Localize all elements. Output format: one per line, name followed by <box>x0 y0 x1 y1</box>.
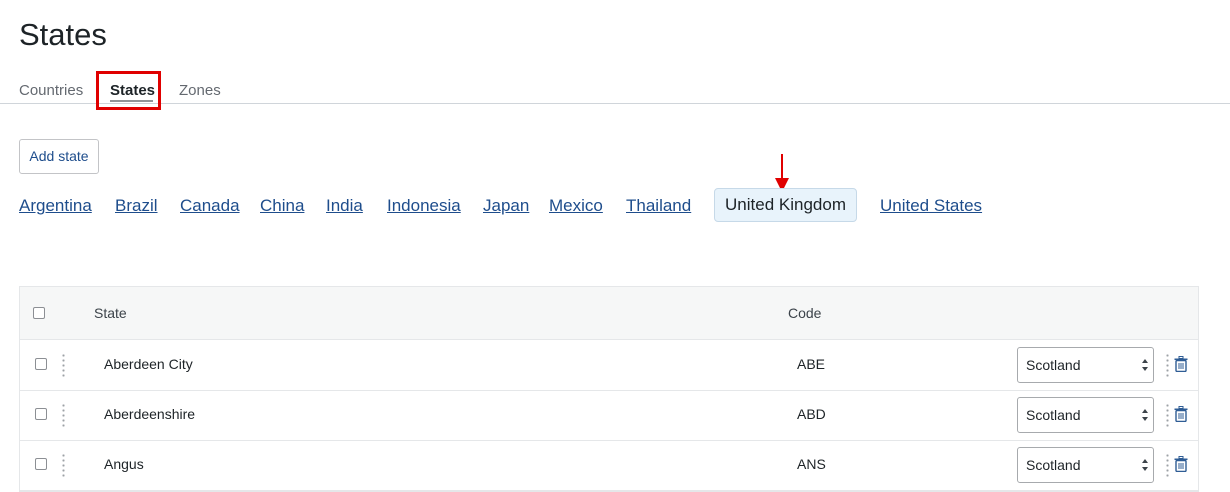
tab-highlight-annotation <box>96 71 161 110</box>
state-name: Aberdeenshire <box>104 406 196 422</box>
drag-handle-icon[interactable] <box>1166 453 1169 477</box>
zone-select[interactable]: Scotland <box>1017 447 1154 483</box>
drag-handle-icon[interactable] <box>62 353 65 377</box>
drag-handle-icon[interactable] <box>62 403 65 427</box>
zone-select-value: Scotland <box>1026 407 1081 423</box>
trash-icon[interactable] <box>1174 356 1188 372</box>
country-link-united-kingdom[interactable]: United Kingdom <box>714 188 857 222</box>
column-header-code: Code <box>788 305 822 321</box>
tab-zones[interactable]: Zones <box>179 82 221 100</box>
tab-bar: Countries States Zones <box>0 70 1230 104</box>
select-caret-icon <box>1142 409 1148 421</box>
state-name: Angus <box>104 456 144 472</box>
drag-handle-icon[interactable] <box>1166 403 1169 427</box>
row-checkbox[interactable] <box>35 408 47 420</box>
zone-select-value: Scotland <box>1026 457 1081 473</box>
drag-handle-icon[interactable] <box>1166 353 1169 377</box>
country-link-japan[interactable]: Japan <box>483 195 529 216</box>
tab-countries[interactable]: Countries <box>19 82 83 100</box>
select-caret-icon <box>1142 359 1148 371</box>
country-link-canada[interactable]: Canada <box>180 195 240 216</box>
page-title: States <box>19 17 107 52</box>
row-checkbox[interactable] <box>35 458 47 470</box>
state-code: ABD <box>797 406 826 422</box>
drag-handle-icon[interactable] <box>62 453 65 477</box>
table-row: Aberdeenshire ABD Scotland <box>20 390 1198 441</box>
state-code: ANS <box>797 456 826 472</box>
country-link-argentina[interactable]: Argentina <box>19 195 92 216</box>
trash-icon[interactable] <box>1174 406 1188 422</box>
select-all-checkbox[interactable] <box>33 307 45 319</box>
table-row: Aberdeen City ABE Scotland <box>20 340 1198 391</box>
select-caret-icon <box>1142 459 1148 471</box>
add-state-button[interactable]: Add state <box>19 139 99 174</box>
column-header-state: State <box>94 305 127 321</box>
country-link-china[interactable]: China <box>260 195 304 216</box>
state-code: ABE <box>797 356 826 372</box>
zone-select[interactable]: Scotland <box>1017 397 1154 433</box>
country-link-brazil[interactable]: Brazil <box>115 195 158 216</box>
state-name: Aberdeen City <box>104 356 193 372</box>
country-link-indonesia[interactable]: Indonesia <box>387 195 461 216</box>
zone-select[interactable]: Scotland <box>1017 347 1154 383</box>
zone-select-value: Scotland <box>1026 357 1081 373</box>
country-link-thailand[interactable]: Thailand <box>626 195 691 216</box>
states-table: State Code Aberdeen City ABE Scotland Ab… <box>19 286 1199 492</box>
row-checkbox[interactable] <box>35 358 47 370</box>
country-link-united-states[interactable]: United States <box>880 195 982 216</box>
trash-icon[interactable] <box>1174 456 1188 472</box>
table-header: State Code <box>20 287 1198 340</box>
country-link-mexico[interactable]: Mexico <box>549 195 603 216</box>
table-row: Angus ANS Scotland <box>20 440 1198 491</box>
country-link-india[interactable]: India <box>326 195 363 216</box>
